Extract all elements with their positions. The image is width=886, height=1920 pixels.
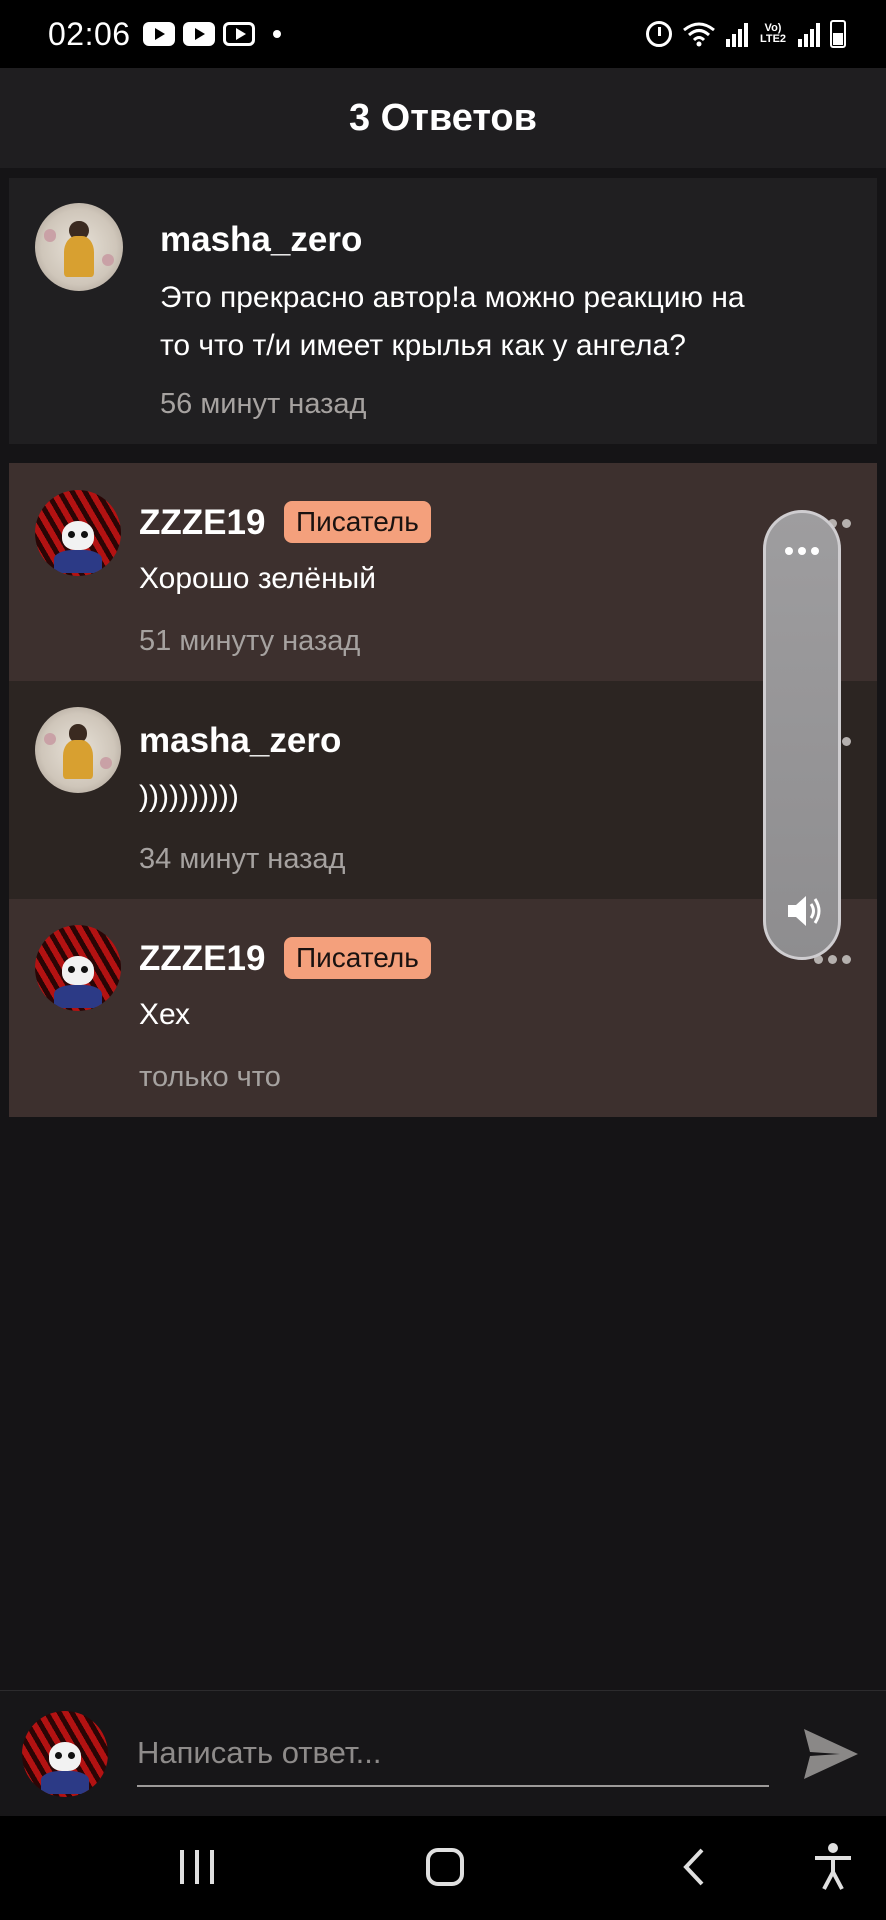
signal-icon	[726, 21, 748, 47]
page-title: 3 Ответов	[348, 96, 538, 139]
writer-badge: Писатель	[284, 501, 431, 543]
back-icon[interactable]	[678, 1846, 708, 1888]
notification-icons	[142, 22, 281, 46]
reply-text: ))))))))))	[139, 780, 239, 813]
comment-username[interactable]: masha_zero	[160, 220, 362, 260]
reply-username[interactable]: ZZZE19	[139, 939, 265, 979]
header: 3 Ответов	[0, 68, 886, 168]
avatar[interactable]	[35, 707, 121, 793]
reply-item[interactable]: masha_zero )))))))))) 34 минут назад	[9, 681, 877, 899]
accessibility-icon[interactable]	[812, 1842, 854, 1892]
comment-text: то что т/и имеет крылья как у ангела?	[160, 329, 686, 362]
avatar[interactable]	[35, 203, 123, 291]
writer-badge: Писатель	[284, 937, 431, 979]
home-icon[interactable]	[426, 1848, 464, 1886]
comment-text: Это прекрасно автор!а можно реакцию на	[160, 281, 745, 314]
reply-username[interactable]: ZZZE19	[139, 503, 265, 543]
reply-timestamp: только что	[139, 1061, 281, 1093]
speaker-icon[interactable]	[784, 891, 826, 931]
volume-panel[interactable]	[763, 510, 841, 960]
reply-item[interactable]: ZZZE19 Писатель Хех только что	[9, 899, 877, 1117]
original-comment[interactable]: masha_zero Это прекрасно автор!а можно р…	[9, 178, 877, 444]
youtube-icon	[182, 22, 215, 46]
reply-timestamp: 51 минуту назад	[139, 625, 361, 657]
reply-text: Хех	[139, 998, 191, 1031]
comment-timestamp: 56 минут назад	[160, 388, 367, 420]
avatar[interactable]	[35, 925, 121, 1011]
reply-username[interactable]: masha_zero	[139, 721, 341, 761]
avatar[interactable]	[35, 490, 121, 576]
status-time: 02:06	[48, 15, 131, 52]
network-label: Vo) LTE2	[759, 22, 787, 45]
avatar	[22, 1711, 108, 1797]
more-options-icon[interactable]	[766, 547, 838, 555]
system-icons: Vo) LTE2	[646, 20, 846, 48]
reply-text: Хорошо зелёный	[139, 562, 376, 595]
signal-icon	[798, 21, 820, 47]
status-bar: 02:06 Vo) LTE2	[0, 0, 886, 68]
youtube-icon	[142, 22, 175, 46]
alarm-icon	[646, 21, 672, 47]
reply-timestamp: 34 минут назад	[139, 843, 346, 875]
battery-icon	[830, 20, 846, 48]
reply-input[interactable]	[137, 1721, 769, 1787]
notification-dot-icon	[272, 30, 281, 38]
reply-bar	[0, 1690, 886, 1816]
more-options-icon[interactable]	[814, 955, 851, 964]
recent-apps-icon[interactable]	[180, 1850, 214, 1884]
reply-item[interactable]: ZZZE19 Писатель Хорошо зелёный 51 минуту…	[9, 463, 877, 681]
navigation-bar	[0, 1816, 886, 1920]
send-icon[interactable]	[800, 1725, 862, 1783]
youtube-framed-icon	[222, 22, 255, 46]
wifi-icon	[683, 22, 715, 47]
